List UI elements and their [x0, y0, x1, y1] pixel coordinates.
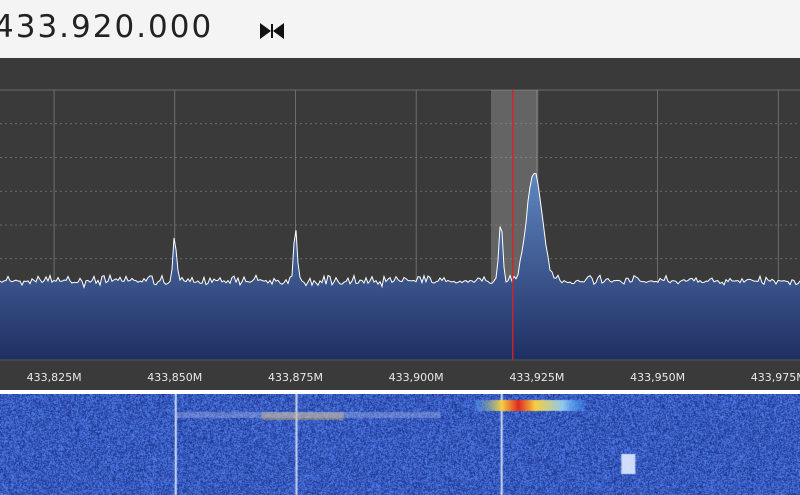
x-tick-label: 433,925M — [509, 371, 564, 384]
x-tick-label: 433,950M — [630, 371, 685, 384]
x-tick-label: 433,825M — [27, 371, 82, 384]
x-tick-label: 433,850M — [147, 371, 202, 384]
bowtie-icon[interactable] — [259, 21, 285, 41]
frequency-toolbar: 433.920.000 — [0, 0, 800, 59]
x-tick-label: 433,900M — [389, 371, 444, 384]
frequency-readout[interactable]: 433.920.000 — [0, 9, 213, 45]
x-tick-label: 433,975M — [751, 371, 800, 384]
spectrum-panel[interactable]: 433,825M 433,850M 433,875M 433,900M 433,925M… — [0, 58, 800, 390]
x-tick-label: 433,875M — [268, 371, 323, 384]
waterfall-display[interactable] — [0, 394, 800, 495]
